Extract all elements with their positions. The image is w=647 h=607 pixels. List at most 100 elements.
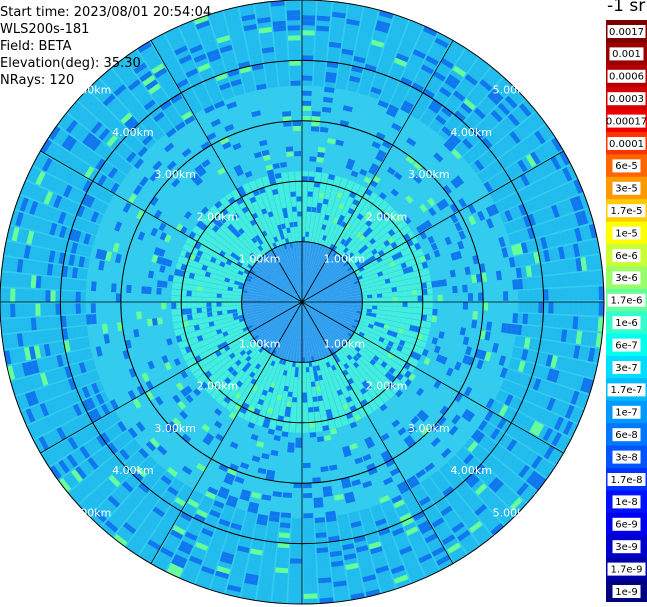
- ppi-gate-cell: [35, 275, 42, 289]
- ppi-gate-cell: [161, 295, 167, 302]
- ppi-gate-cell: [50, 303, 56, 316]
- ppi-gate-cell: [558, 302, 564, 315]
- ppi-gate-cell: [437, 302, 443, 309]
- ppi-gate-cell: [311, 467, 320, 473]
- ppi-gate-cell: [50, 277, 57, 290]
- ppi-gate-cell: [191, 313, 198, 320]
- ppi-gate-cell: [246, 296, 252, 300]
- ppi-gate-cell: [377, 302, 383, 306]
- ppi-gate-cell: [151, 302, 157, 310]
- ppi-gate-cell: [452, 302, 459, 310]
- ppi-gate-cell: [303, 563, 316, 569]
- ppi-gate-cell: [457, 302, 464, 310]
- ppi-gate-cell: [303, 472, 312, 479]
- ppi-gate-cell: [278, 532, 290, 539]
- ppi-gate-cell: [285, 467, 294, 473]
- ppi-gate-cell: [236, 302, 242, 306]
- ppi-gate-cell: [303, 553, 316, 559]
- ppi-gate-cell: [318, 577, 332, 584]
- ppi-gate-cell: [467, 302, 474, 310]
- ppi-gate-cell: [302, 362, 306, 368]
- ppi-gate-cell: [302, 412, 309, 418]
- ppi-gate-cell: [50, 316, 57, 329]
- ppi-gate-cell: [274, 572, 288, 579]
- ppi-gate-cell: [65, 303, 71, 315]
- ppi-gate-cell: [30, 317, 37, 331]
- ppi-gate-cell: [311, 386, 317, 393]
- ppi-gate-cell: [392, 306, 398, 312]
- ppi-gate-cell: [111, 312, 117, 322]
- ppi-gate-cell: [70, 303, 76, 315]
- ppi-gate-cell: [221, 294, 227, 299]
- ppi-gate-cell: [0, 288, 6, 302]
- ppi-gate-cell: [417, 302, 423, 308]
- ppi-gate-cell: [191, 302, 197, 308]
- ppi-gate-cell: [201, 307, 207, 313]
- ppi-gate-cell: [372, 302, 378, 306]
- ppi-gate-cell: [90, 292, 96, 302]
- ppi-gate-cell: [316, 431, 324, 438]
- ppi-gate-cell: [313, 401, 319, 408]
- ppi-gate-cell: [452, 309, 458, 318]
- ppi-gate-cell: [553, 302, 559, 314]
- ppi-gate-cell: [302, 432, 310, 438]
- ppi-gate-cell: [528, 302, 534, 313]
- ppi-gate-cell: [60, 290, 66, 302]
- ppi-gate-cell: [582, 316, 589, 331]
- ppi-gate-cell: [547, 314, 554, 327]
- ppi-gate-cell: [431, 315, 438, 323]
- ppi-gate-cell: [497, 312, 504, 322]
- ppi-gate-cell: [396, 311, 403, 318]
- ppi-gate-cell: [447, 309, 453, 317]
- ppi-gate-cell: [280, 436, 288, 443]
- ppi-gate-cell: [146, 310, 152, 319]
- ppi-gate-cell: [206, 312, 213, 317]
- ppi-gate-cell: [308, 412, 315, 418]
- ppi-gate-cell: [231, 305, 237, 310]
- ppi-gate-cell: [381, 310, 388, 315]
- ppi-gate-cell: [15, 273, 22, 288]
- ppi-gate-cell: [295, 427, 302, 433]
- ppi-gate-cell: [146, 278, 153, 287]
- ppi-gate-cell: [288, 432, 296, 438]
- ppi-gate-cell: [298, 362, 302, 368]
- ppi-gate-cell: [357, 304, 363, 308]
- ppi-gate-cell: [471, 319, 478, 329]
- ppi-gate-cell: [95, 313, 102, 324]
- ppi-gate-cell: [303, 593, 318, 599]
- ppi-gate-cell: [412, 307, 418, 314]
- ppi-gate-cell: [211, 311, 218, 317]
- ppi-gate-cell: [292, 397, 297, 403]
- ppi-gate-cell: [303, 533, 315, 539]
- ppi-gate-cell: [310, 442, 318, 448]
- ppi-gate-cell: [422, 302, 428, 308]
- ppi-gate-cell: [226, 298, 232, 302]
- ppi-gate-cell: [488, 302, 494, 311]
- ppi-gate-cell: [135, 294, 142, 302]
- ppi-gate-cell: [216, 306, 222, 311]
- ppi-gate-cell: [289, 563, 302, 569]
- ppi-gate-cell: [55, 290, 61, 302]
- ppi-gate-cell: [206, 287, 213, 293]
- ppi-gate-cell: [362, 305, 368, 309]
- ppi-gate-cell: [281, 507, 292, 514]
- ppi-gate-cell: [292, 498, 302, 504]
- ppi-gate-cell: [513, 302, 519, 312]
- ppi-gate-cell: [226, 294, 232, 299]
- ppi-gate-cell: [427, 308, 433, 315]
- ppi-gate-cell: [35, 317, 42, 330]
- ppi-gate-cell: [309, 432, 317, 438]
- ppi-gate-cell: [315, 532, 327, 539]
- ppi-gate-cell: [303, 568, 317, 574]
- ppi-gate-cell: [65, 291, 71, 302]
- ppi-gate-cell: [110, 303, 117, 313]
- ppi-gate-cell: [294, 457, 302, 464]
- ppi-gate-cell: [236, 298, 242, 302]
- ppi-gate-cell: [303, 493, 313, 499]
- ppi-gate-cell: [461, 318, 468, 327]
- ppi-gate-cell: [90, 281, 97, 292]
- ppi-gate-cell: [317, 557, 330, 564]
- ppi-gate-cell: [161, 280, 168, 288]
- ppi-gate-cell: [197, 280, 204, 287]
- ppi-gate-cell: [280, 512, 291, 519]
